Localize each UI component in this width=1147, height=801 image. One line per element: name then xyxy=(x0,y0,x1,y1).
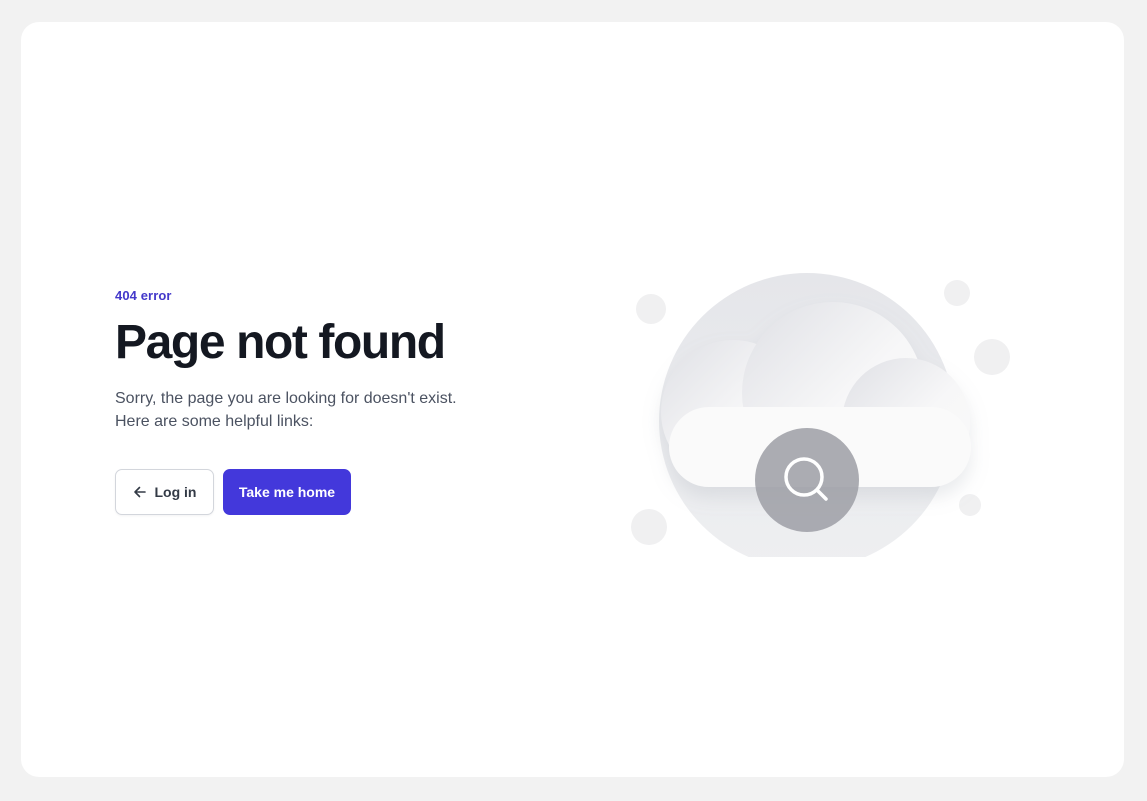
error-card: 404 error Page not found Sorry, the page… xyxy=(21,22,1124,777)
page-title: Page not found xyxy=(115,316,446,369)
decor-dot xyxy=(959,494,981,516)
cloud-search-illustration xyxy=(631,273,1010,557)
search-badge xyxy=(755,428,859,532)
decor-dot xyxy=(631,509,667,545)
error-content: 404 error Page not found Sorry, the page… xyxy=(115,288,535,515)
login-button-label: Log in xyxy=(154,484,197,500)
error-code-label: 404 error xyxy=(115,288,172,303)
error-description: Sorry, the page you are looking for does… xyxy=(115,390,457,430)
decor-dot xyxy=(636,294,666,324)
home-button-label: Take me home xyxy=(238,484,336,500)
action-buttons: Log in Take me home xyxy=(115,469,535,515)
login-button[interactable]: Log in xyxy=(115,469,214,515)
decor-dot xyxy=(974,339,1010,375)
arrow-left-icon xyxy=(133,486,146,498)
take-me-home-button[interactable]: Take me home xyxy=(223,469,351,515)
decor-dot xyxy=(944,280,970,306)
